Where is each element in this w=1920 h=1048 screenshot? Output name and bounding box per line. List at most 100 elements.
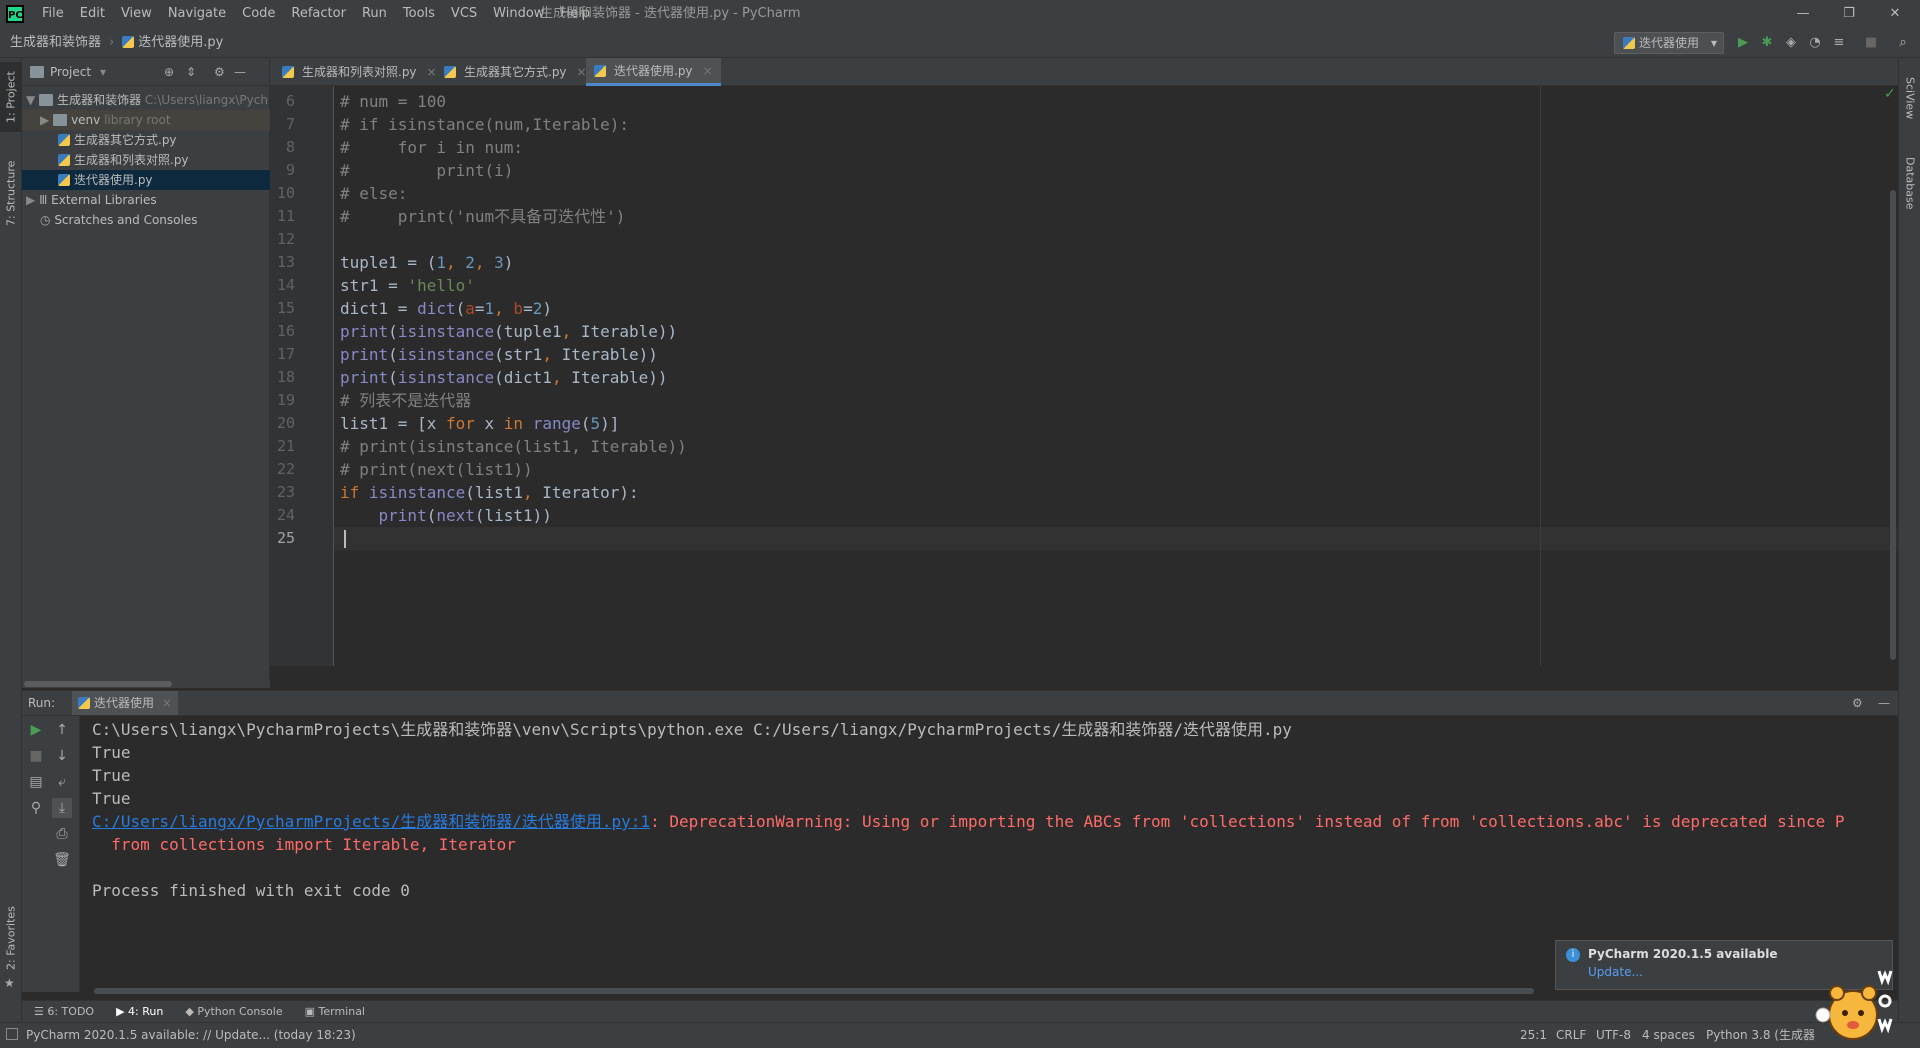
tab-iterator-usage[interactable]: 迭代器使用.py × [586,58,721,86]
interpreter-selector[interactable]: Python 3.8 (生成器... [1706,1023,1816,1047]
console-line: True [92,743,131,762]
mascot-sticker [1815,970,1893,1040]
hide-panel-icon[interactable]: — [1878,691,1890,715]
code-line: tuple1 = (1, 2, 3) [340,253,514,272]
tab-generator-other[interactable]: 生成器其它方式.py × [436,58,595,86]
mascot-w-mark [1877,970,1893,986]
close-icon[interactable]: × [162,696,172,710]
code-line: str1 = 'hello' [340,276,475,295]
scrollbar-thumb[interactable] [24,681,172,687]
menu-file[interactable]: File [34,0,72,28]
tool-python-console[interactable]: ◆ Python Console [185,1005,282,1018]
title-bar: PC File Edit View Navigate Code Refactor… [0,0,1920,28]
file-link[interactable]: C:/Users/liangx/PycharmProjects/生成器和装饰器/… [92,812,650,831]
code-editor[interactable]: # num = 100 # if isinstance(num,Iterable… [334,86,1898,666]
minimize-button[interactable]: — [1780,0,1826,28]
gear-icon[interactable]: ⚙ [1852,691,1863,715]
tool-todo[interactable]: ☰ 6: TODO [34,1005,94,1018]
menu-view[interactable]: View [113,0,160,28]
layout-icon[interactable]: ▤ [26,772,46,792]
tree-item-external-libraries[interactable]: ▶ Ⅲ External Libraries [22,190,270,210]
tree-item-label: Scratches and Consoles [54,213,198,227]
inspection-ok-icon[interactable]: ✓ [1884,86,1896,102]
tool-terminal[interactable]: ▣ Terminal [305,1005,365,1018]
text-cursor [344,530,346,548]
mascot-ear [1861,985,1877,1001]
soft-wrap-icon[interactable]: ⤶ [52,772,72,792]
locate-icon[interactable]: ⊕ [164,58,174,86]
menu-refactor[interactable]: Refactor [283,0,354,28]
concurrency-icon[interactable]: ≡ [1830,34,1848,52]
tab-project-tool[interactable]: 1: Project [0,62,22,132]
menu-code[interactable]: Code [234,0,283,28]
code-line: # print(i) [340,161,514,180]
tab-structure-tool[interactable]: 7: Structure [0,148,22,238]
line-number: 23 [276,483,295,501]
tab-database[interactable]: Database [1899,148,1920,218]
print-icon[interactable]: ⎙ [52,824,72,844]
project-view-selector[interactable]: Project [50,58,91,86]
pin-icon[interactable]: ⚲ [26,798,46,818]
restore-button[interactable]: ❐ [1826,0,1872,28]
tree-item-venv[interactable]: ▶ venv library root [22,110,270,130]
menu-run[interactable]: Run [354,0,395,28]
breadcrumb-file[interactable]: 迭代器使用.py [122,28,223,58]
debug-icon[interactable]: ✱ [1758,34,1776,52]
tool-run[interactable]: ▶ 4: Run [116,1005,163,1018]
mascot-bubble [1815,1007,1831,1023]
warning-text: : DeprecationWarning: Using or importing… [650,812,1845,831]
menu-vcs[interactable]: VCS [443,0,485,28]
arrow-up-icon[interactable]: ↑ [52,720,72,740]
code-line: dict1 = dict(a=1, b=2) [340,299,552,318]
tree-item-file[interactable]: 生成器其它方式.py [22,130,270,150]
tree-item-file-selected[interactable]: 迭代器使用.py [22,170,270,190]
chevron-down-icon[interactable]: ▾ [100,58,106,86]
caret-position[interactable]: 25:1 [1520,1023,1547,1047]
rerun-icon[interactable]: ▶ [26,720,46,740]
run-icon[interactable]: ▶ [1734,34,1752,52]
update-link[interactable]: Update... [1588,965,1643,979]
menu-navigate[interactable]: Navigate [160,0,234,28]
run-tab[interactable]: 迭代器使用 × [72,691,178,715]
scroll-to-end-icon[interactable]: ⤓ [52,798,72,818]
search-icon[interactable]: ⌕ [1894,34,1912,52]
file-encoding[interactable]: UTF-8 [1596,1023,1631,1047]
toggle-tool-windows-icon[interactable] [6,1028,18,1040]
hide-panel-icon[interactable]: — [234,58,246,86]
close-button[interactable]: ✕ [1872,0,1918,28]
console-line: True [92,789,131,808]
tree-item-scratches[interactable]: ◷ Scratches and Consoles [22,210,270,230]
right-margin-guide [1540,86,1541,666]
code-line: # else: [340,184,408,203]
close-icon[interactable]: × [703,57,713,85]
console-horizontal-scrollbar[interactable] [94,988,1534,994]
status-message[interactable]: PyCharm 2020.1.5 available: // Update...… [26,1023,356,1047]
coverage-icon[interactable]: ◈ [1782,34,1800,52]
tree-item-project-root[interactable]: ▼ 生成器和装饰器 C:\Users\liangx\Pych [22,90,270,110]
arrow-down-icon[interactable]: ↓ [52,746,72,766]
tab-favorites-tool[interactable]: 2: Favorites [0,898,22,978]
line-number: 7 [285,115,295,133]
gear-icon[interactable]: ⚙ [214,58,225,86]
library-icon: Ⅲ [39,193,48,207]
line-number: 17 [276,345,295,363]
tree-item-label: External Libraries [51,193,157,207]
tree-item-file[interactable]: 生成器和列表对照.py [22,150,270,170]
profile-icon[interactable]: ◔ [1806,34,1824,52]
menu-tools[interactable]: Tools [395,0,443,28]
editor-vertical-scrollbar[interactable] [1890,190,1896,660]
indent-setting[interactable]: 4 spaces [1642,1023,1695,1047]
left-tool-strip: 1: Project 7: Structure 2: Favorites ★ [0,58,22,1028]
stop-icon[interactable]: ■ [1862,34,1880,52]
breadcrumb-project[interactable]: 生成器和装饰器 [10,28,101,58]
collapse-all-icon[interactable]: ⇕ [186,58,196,86]
menu-edit[interactable]: Edit [72,0,113,28]
line-separator[interactable]: CRLF [1556,1023,1586,1047]
trash-icon[interactable]: 🗑 [52,850,72,870]
tab-generator-list-compare[interactable]: 生成器和列表对照.py × [274,58,445,86]
run-config-dropdown[interactable]: 迭代器使用 ▾ [1614,32,1724,54]
stop-icon[interactable]: ■ [26,746,46,766]
line-number-gutter: 6 7 8 9 10 11 12 13 14 15 16 17 18 19 20… [270,86,334,666]
project-horizontal-scrollbar[interactable] [22,680,270,688]
tab-sciview[interactable]: SciView [1899,68,1920,128]
